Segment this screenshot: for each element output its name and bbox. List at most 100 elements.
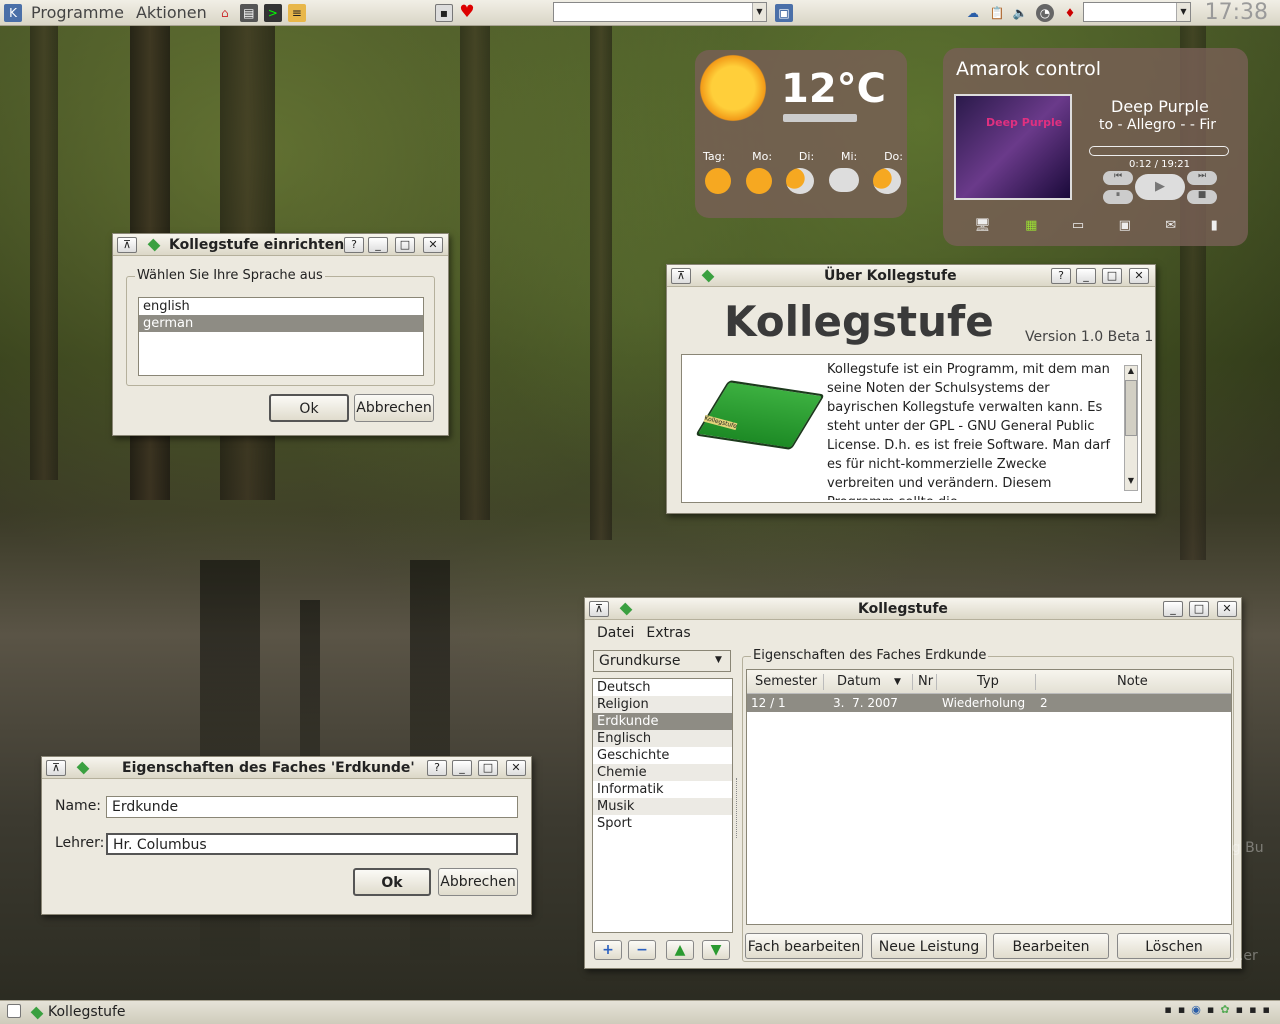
about-titlebar[interactable]: ⊼ Über Kollegstufe ? _ □ ✕ (667, 265, 1155, 287)
subject-item[interactable]: Musik (593, 798, 732, 815)
panel-combo[interactable]: ▼ (1083, 2, 1191, 22)
close-button[interactable]: ✕ (423, 237, 443, 253)
subject-item[interactable]: Englisch (593, 730, 732, 747)
table-row[interactable]: 12 / 1 3. 7. 2007 Wiederholung 2 (747, 694, 1231, 712)
play-button[interactable]: ▶ (1135, 174, 1185, 200)
ok-button[interactable]: Ok (353, 868, 431, 896)
subject-item[interactable]: Erdkunde (593, 713, 732, 730)
language-item[interactable]: german (139, 315, 423, 332)
sticky-button[interactable]: ⊼ (589, 601, 609, 617)
course-type-combo[interactable]: Grundkurse (593, 650, 731, 672)
remove-subject-button[interactable]: − (628, 940, 656, 960)
sticky-button[interactable]: ⊼ (46, 760, 66, 776)
stop-button[interactable]: ■ (1187, 190, 1217, 204)
cancel-button[interactable]: Abbrechen (354, 394, 434, 422)
floppy-icon[interactable]: ▪ (435, 4, 453, 22)
menu-extras[interactable]: Extras (646, 622, 690, 644)
close-button[interactable]: ✕ (1217, 601, 1237, 617)
tray-app-icon[interactable]: ✿ (1220, 1003, 1229, 1016)
subject-item[interactable]: Geschichte (593, 747, 732, 764)
column-header-datum[interactable]: Datum (837, 670, 881, 694)
tray-app-icon[interactable]: ▪ (1178, 1003, 1185, 1016)
track-progress[interactable] (1089, 146, 1229, 156)
minimize-button[interactable]: _ (452, 760, 472, 776)
kde-menu-icon[interactable]: K (4, 3, 22, 22)
tray-app-icon[interactable]: ▪ (1249, 1003, 1256, 1016)
network-icon[interactable]: ☁ (964, 4, 982, 22)
new-grade-button[interactable]: Neue Leistung (871, 933, 987, 959)
edit-subject-button[interactable]: Fach bearbeiten (745, 933, 863, 959)
language-item[interactable]: english (139, 298, 423, 315)
pause-button[interactable]: ⏸ (1103, 190, 1133, 204)
tray-app-icon[interactable]: ▪ (1263, 1003, 1270, 1016)
close-button[interactable]: ✕ (1129, 268, 1149, 284)
minimize-button[interactable]: _ (368, 237, 388, 253)
scroll-up-icon[interactable]: ▲ (1125, 366, 1137, 380)
scroll-thumb[interactable] (1125, 380, 1137, 436)
tray-app-icon[interactable]: ▪ (1236, 1003, 1243, 1016)
heart-icon[interactable]: ♥ (458, 2, 476, 22)
subject-item[interactable]: Deutsch (593, 679, 732, 696)
subject-item[interactable]: Religion (593, 696, 732, 713)
computer-icon[interactable]: 🖥 (974, 218, 991, 233)
menu-datei[interactable]: Datei (597, 622, 634, 644)
move-up-button[interactable]: ▲ (666, 940, 694, 960)
tray-app-icon[interactable]: ▪ (1164, 1003, 1171, 1016)
name-field[interactable]: Erdkunde (106, 796, 518, 818)
help-button[interactable]: ? (427, 760, 447, 776)
display-icon[interactable]: ▣ (775, 4, 793, 22)
url-combo[interactable]: ▼ (553, 2, 767, 22)
grades-table[interactable]: Semester Datum ▼ Nr Typ Note 12 / 1 3. 7… (746, 669, 1232, 925)
show-desktop-icon[interactable] (7, 1004, 21, 1018)
column-header-nr[interactable]: Nr (918, 670, 933, 694)
properties-titlebar[interactable]: ⊼ Eigenschaften des Faches 'Erdkunde' ? … (42, 757, 531, 779)
chip-icon[interactable]: ▦ (1025, 218, 1037, 233)
sticky-button[interactable]: ⊼ (117, 237, 137, 253)
edit-grade-button[interactable]: Bearbeiten (993, 933, 1109, 959)
next-button[interactable]: ⏭ (1187, 171, 1217, 185)
move-down-button[interactable]: ▼ (702, 940, 730, 960)
main-titlebar[interactable]: ⊼ Kollegstufe _ □ ✕ (585, 598, 1241, 620)
subject-list[interactable]: Deutsch Religion Erdkunde Englisch Gesch… (592, 678, 733, 933)
terminal-icon[interactable]: > (263, 3, 282, 22)
help-button[interactable]: ? (344, 237, 364, 253)
film-icon[interactable]: ▤ (239, 3, 258, 22)
teacher-field[interactable]: Hr. Columbus (106, 833, 518, 855)
taskbar-task-label[interactable]: Kollegstufe (48, 1004, 126, 1020)
mail-icon[interactable]: ✉ (1165, 218, 1176, 233)
ok-button[interactable]: Ok (269, 394, 349, 422)
gauge-icon[interactable]: ◔ (1036, 4, 1054, 22)
maximize-button[interactable]: □ (478, 760, 498, 776)
cancel-button[interactable]: Abbrechen (438, 868, 518, 896)
prev-button[interactable]: ⏮ (1103, 171, 1133, 185)
column-header-note[interactable]: Note (1117, 670, 1148, 694)
drive-icon[interactable]: ▭ (1072, 218, 1084, 233)
minimize-button[interactable]: _ (1076, 268, 1096, 284)
maximize-button[interactable]: □ (1102, 268, 1122, 284)
column-header-typ[interactable]: Typ (977, 670, 999, 694)
help-button[interactable]: ? (1051, 268, 1071, 284)
network-folder-icon[interactable]: ▣ (1119, 218, 1131, 233)
home-icon[interactable]: ⌂ (216, 4, 234, 22)
maximize-button[interactable]: □ (1189, 601, 1209, 617)
close-button[interactable]: ✕ (506, 760, 526, 776)
tray-app-icon[interactable]: ▪ (1207, 1003, 1214, 1016)
clipboard-icon[interactable]: 📋 (988, 4, 1006, 22)
minimize-button[interactable]: _ (1163, 601, 1183, 617)
about-scrollbar[interactable]: ▲ ▼ (1124, 365, 1138, 491)
subject-item[interactable]: Sport (593, 815, 732, 832)
sticky-button[interactable]: ⊼ (671, 268, 691, 284)
ruby-icon[interactable]: ♦ (1061, 4, 1079, 22)
scroll-down-icon[interactable]: ▼ (1125, 476, 1137, 490)
speaker-icon[interactable]: 🔈 (1011, 4, 1029, 22)
trash-icon[interactable]: ▮ (1211, 218, 1218, 233)
add-subject-button[interactable]: + (594, 940, 622, 960)
subject-item[interactable]: Informatik (593, 781, 732, 798)
setup-titlebar[interactable]: ⊼ Kollegstufe einrichten ? _ □ ✕ (113, 234, 448, 256)
splitter-handle[interactable] (736, 778, 739, 838)
notes-icon[interactable]: ≡ (287, 3, 306, 22)
column-header-semester[interactable]: Semester (755, 670, 817, 694)
menu-programme[interactable]: Programme (25, 3, 130, 22)
chevron-down-icon[interactable]: ▼ (715, 655, 722, 665)
maximize-button[interactable]: □ (395, 237, 415, 253)
